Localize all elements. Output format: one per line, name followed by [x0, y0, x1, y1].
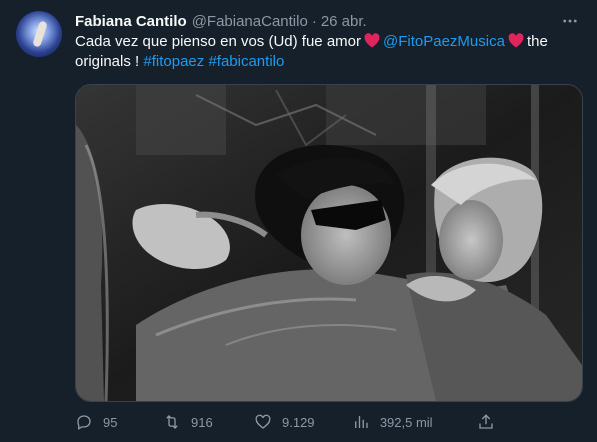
author-handle[interactable]: @FabianaCantilo	[192, 13, 308, 30]
view-count: 392,5 mil	[379, 414, 433, 430]
heart-emoji-icon	[364, 33, 380, 48]
like-button[interactable]: 9.129	[254, 413, 352, 431]
hashtag-link[interactable]: #fabicantilo	[208, 53, 284, 70]
hashtag-link[interactable]: #fitopaez	[143, 53, 204, 70]
retweet-count: 916	[191, 414, 213, 430]
mention-link[interactable]: @FitoPaezMusica	[383, 33, 505, 50]
tweet-photo[interactable]	[75, 84, 583, 402]
heart-emoji-icon	[508, 33, 524, 48]
retweet-button[interactable]: 916	[163, 413, 254, 431]
share-button[interactable]	[477, 413, 505, 431]
tweet-actions: 95 916 9.129 392,5 mil	[75, 410, 505, 434]
like-icon	[255, 414, 271, 429]
tweet-text-part: Cada vez que pienso en vos (Ud) fue amor	[75, 33, 361, 50]
separator-dot: ·	[311, 12, 317, 30]
more-icon[interactable]	[559, 10, 581, 32]
share-icon	[479, 414, 493, 429]
like-count: 9.129	[282, 414, 315, 430]
avatar[interactable]	[16, 11, 62, 57]
tweet-date[interactable]: 26 abr.	[321, 13, 367, 30]
reply-count: 95	[103, 414, 118, 430]
views-button[interactable]: 392,5 mil	[352, 413, 477, 431]
retweet-icon	[166, 415, 178, 429]
views-icon	[354, 416, 368, 428]
black-and-white-photo	[76, 85, 582, 401]
tweet-header: Fabiana Cantilo @FabianaCantilo · 26 abr…	[75, 11, 581, 31]
reply-icon	[77, 415, 91, 430]
reply-button[interactable]: 95	[75, 413, 163, 431]
author-name[interactable]: Fabiana Cantilo	[75, 13, 187, 30]
tweet-text: Cada vez que pienso en vos (Ud) fue amor…	[75, 32, 585, 72]
